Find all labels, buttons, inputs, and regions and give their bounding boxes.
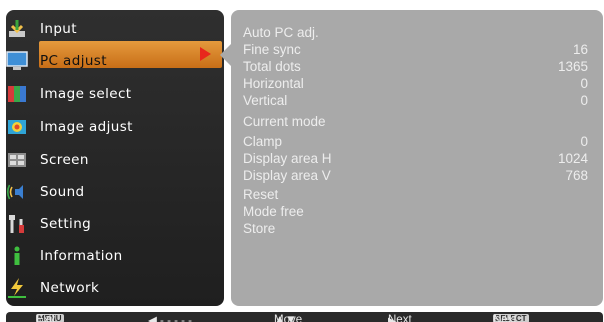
- menu-item-input[interactable]: Input: [0, 13, 218, 45]
- menu-item-label: Image select: [40, 86, 132, 102]
- image-adjust-icon: [5, 115, 29, 139]
- row-label: Reset: [243, 186, 279, 202]
- menu-item-sound[interactable]: Sound: [0, 176, 218, 208]
- row-label: Vertical: [243, 92, 288, 108]
- row-label: Store: [243, 220, 276, 236]
- row-label: Horizontal: [243, 75, 304, 91]
- menu-item-label: Information: [40, 248, 123, 264]
- menu-item-setting[interactable]: Setting: [0, 208, 218, 240]
- row-value: 768: [565, 167, 588, 183]
- row-display-area-v[interactable]: Display area V 768: [243, 167, 588, 183]
- exit-label: Exit: [36, 314, 56, 322]
- row-label: Display area V: [243, 167, 331, 183]
- menu-item-label: Network: [40, 280, 100, 296]
- row-value: 0: [580, 133, 588, 149]
- row-display-area-h[interactable]: Display area H 1024: [243, 150, 588, 166]
- menu-item-pc-adjust[interactable]: PC adjust: [0, 45, 218, 77]
- row-fine-sync[interactable]: Fine sync 16: [243, 41, 588, 57]
- setting-icon: [5, 212, 29, 236]
- sound-icon: [5, 180, 29, 204]
- row-label: Display area H: [243, 150, 332, 166]
- menu-item-label: PC adjust: [40, 53, 107, 69]
- image-select-icon: [5, 82, 29, 106]
- row-label: Current mode: [243, 113, 326, 129]
- row-clamp[interactable]: Clamp 0: [243, 133, 588, 149]
- row-current-mode[interactable]: Current mode: [243, 113, 588, 129]
- pc-adjust-icon: [5, 49, 29, 73]
- information-icon: [5, 244, 29, 268]
- row-vertical[interactable]: Vertical 0: [243, 92, 588, 108]
- row-value: 0: [580, 92, 588, 108]
- row-value: 1365: [557, 58, 588, 74]
- screen-icon: [5, 148, 29, 172]
- network-icon: [5, 276, 29, 300]
- row-label: Total dots: [243, 58, 301, 74]
- row-value: 16: [572, 41, 588, 57]
- row-value: 0: [580, 75, 588, 91]
- row-label: Auto PC adj.: [243, 24, 319, 40]
- menu-item-label: Input: [40, 21, 77, 37]
- menu-item-image-adjust[interactable]: Image adjust: [0, 111, 218, 143]
- row-value: 1024: [557, 150, 588, 166]
- next-label: Next: [388, 314, 412, 322]
- menu-item-label: Screen: [40, 152, 89, 168]
- row-store[interactable]: Store: [243, 220, 588, 236]
- row-label: Mode free: [243, 203, 304, 219]
- input-icon: [5, 17, 29, 41]
- row-label: Clamp: [243, 133, 283, 149]
- row-mode-free[interactable]: Mode free: [243, 203, 588, 219]
- menu-item-image-select[interactable]: Image select: [0, 78, 218, 110]
- row-label: Fine sync: [243, 41, 301, 57]
- status-bar: MENU Exit ◀ - - - - - ▲▼ Move ▶ Next SELEC…: [6, 312, 603, 322]
- row-auto-pc-adj[interactable]: Auto PC adj.: [243, 24, 588, 40]
- menu-item-information[interactable]: Information: [0, 240, 218, 272]
- row-horizontal[interactable]: Horizontal 0: [243, 75, 588, 91]
- row-reset[interactable]: Reset: [243, 186, 588, 202]
- menu-item-label: Sound: [40, 184, 85, 200]
- row-total-dots[interactable]: Total dots 1365: [243, 58, 588, 74]
- menu-item-label: Image adjust: [40, 119, 133, 135]
- menu-item-label: Setting: [40, 216, 92, 232]
- select-next-label: Next: [493, 314, 517, 322]
- menu-item-network[interactable]: Network: [0, 272, 218, 304]
- menu-item-screen[interactable]: Screen: [0, 144, 218, 176]
- move-label: Move: [274, 314, 303, 322]
- back-hint: ◀ - - - - -: [148, 315, 192, 322]
